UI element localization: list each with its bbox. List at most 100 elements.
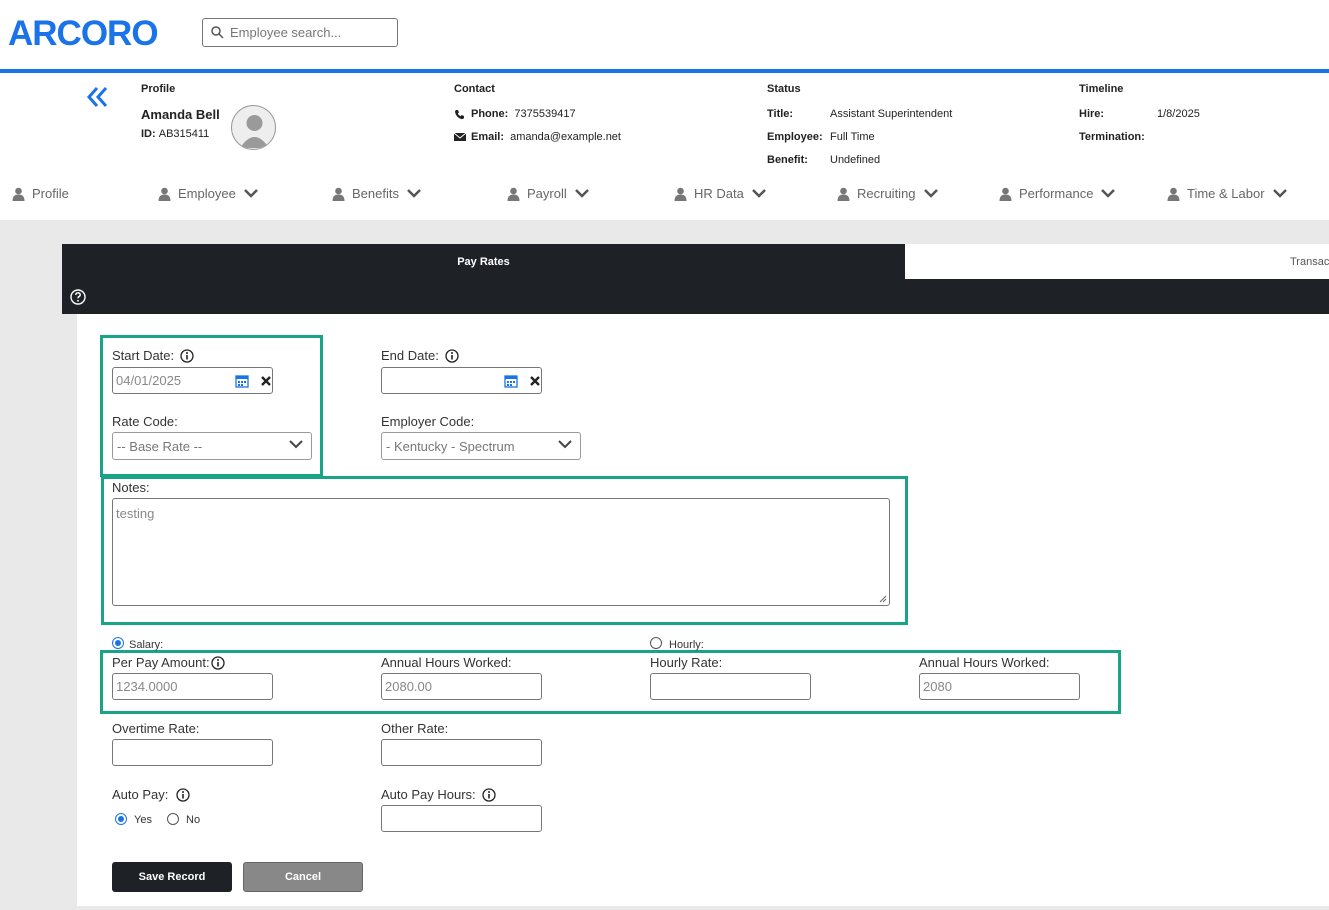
auto-pay-yes-label: Yes [134,814,152,826]
rate-code-label: Rate Code: [112,414,178,429]
employee-type-value: Full Time [830,131,875,143]
id-value: AB315411 [158,128,210,140]
status-section: Status Title: Assistant Superintendent Em… [767,83,952,176]
nav-recruiting[interactable]: Recruiting [837,186,938,201]
status-title: Status [767,83,801,95]
nav-payroll[interactable]: Payroll [507,186,589,201]
nav-label: Payroll [527,186,567,201]
hire-label: Hire: [1079,108,1105,120]
user-icon [999,187,1012,201]
nav-benefits[interactable]: Benefits [332,186,421,201]
resize-handle-icon[interactable] [879,595,887,603]
pay-rate-form: Start Date: 04/01/2025 End Date: Rate Co… [77,314,1329,906]
phone-value: 7375539417 [514,108,576,120]
hourly-rate-input[interactable] [650,673,811,700]
help-bar [62,279,1329,314]
info-icon[interactable] [445,348,459,363]
other-rate-input[interactable] [381,739,542,766]
help-icon[interactable] [70,289,86,305]
per-pay-amount-value: 1234.0000 [116,679,178,694]
overtime-rate-label: Overtime Rate: [112,721,200,736]
notes-value: testing [116,506,155,521]
start-date-input[interactable]: 04/01/2025 [112,367,273,394]
profile-section: Profile Amanda Bell ID: AB315411 [141,83,220,150]
per-pay-amount-label: Per Pay Amount: [112,655,225,670]
info-icon[interactable] [210,655,225,670]
clear-icon[interactable] [261,376,271,386]
auto-pay-hours-input[interactable] [381,805,542,832]
radio-unselected[interactable] [167,812,179,825]
cancel-button[interactable]: Cancel [243,862,363,892]
employee-nav: Profile Employee Benefits Payroll HR Dat… [0,180,1329,210]
rate-code-value: -- Base Rate -- [117,438,203,454]
nav-label: Recruiting [857,186,916,201]
radio-unselected[interactable] [650,636,662,649]
nav-employee[interactable]: Employee [158,186,258,201]
nav-label: Benefits [352,186,399,201]
auto-pay-no-radio[interactable]: No [167,811,200,826]
clear-icon[interactable] [530,376,540,386]
search-icon [211,26,224,39]
employee-name: Amanda Bell [141,107,220,122]
nav-label: Performance [1019,186,1094,201]
chevron-down-icon [243,189,258,198]
radio-selected[interactable] [115,812,127,825]
email-value: amanda@example.net [510,131,621,143]
nav-label: Profile [32,186,69,201]
email-icon [454,132,466,141]
calendar-icon[interactable] [504,374,518,388]
chevron-down-icon [1101,189,1116,198]
collapse-chevrons-icon[interactable] [86,85,110,114]
chevron-down-icon [923,189,938,198]
phone-label: Phone: [471,108,509,120]
end-date-input[interactable] [381,367,542,394]
email-label: Email: [471,131,505,143]
tab-transactions[interactable]: Transactions [905,244,1329,279]
timeline-section: Timeline Hire: 1/8/2025 Termination: [1079,83,1200,153]
annual-hours-hourly-input[interactable]: 2080 [919,673,1080,700]
label-text: Auto Pay: [112,787,169,802]
employer-code-label: Employer Code: [381,414,475,429]
chevron-down-icon [751,189,766,198]
save-record-button[interactable]: Save Record [112,862,232,892]
salary-radio[interactable]: Salary: [112,634,163,651]
hourly-radio[interactable]: Hourly: [650,634,704,651]
end-date-label: End Date: [381,348,459,363]
employer-code-select[interactable]: - Kentucky - Spectrum [381,432,581,460]
nav-performance[interactable]: Performance [999,186,1116,201]
auto-pay-yes-radio[interactable]: Yes [115,811,152,826]
avatar [231,105,276,150]
arcoro-logo[interactable]: ARCORO [8,14,159,54]
user-icon [12,187,25,201]
user-icon [674,187,687,201]
info-icon[interactable] [180,348,194,363]
notes-label: Notes: [112,480,150,495]
user-icon [507,187,520,201]
nav-hr-data[interactable]: HR Data [674,186,766,201]
info-icon[interactable] [482,787,496,802]
nav-time-labor[interactable]: Time & Labor [1167,186,1287,201]
user-icon [332,187,345,201]
contact-section: Contact Phone: 7375539417 Email: amanda@… [454,83,621,153]
tab-pay-rates[interactable]: Pay Rates [62,244,905,279]
annual-hours-input[interactable]: 2080.00 [381,673,542,700]
rate-code-select[interactable]: -- Base Rate -- [112,432,312,460]
benefit-label: Benefit: [767,154,808,166]
calendar-icon[interactable] [235,374,249,388]
radio-selected[interactable] [112,636,124,649]
employee-search-input[interactable]: Employee search... [202,18,398,47]
hourly-rate-label: Hourly Rate: [650,655,723,670]
info-icon[interactable] [176,787,191,802]
overtime-rate-input[interactable] [112,739,273,766]
nav-profile[interactable]: Profile [12,186,69,201]
per-pay-amount-input[interactable]: 1234.0000 [112,673,273,700]
label-text: End Date: [381,348,439,363]
chevron-down-icon [1272,189,1287,198]
notes-textarea[interactable]: testing [112,498,890,606]
nav-label: HR Data [694,186,744,201]
benefit-value: Undefined [830,154,881,166]
nav-label: Employee [178,186,236,201]
nav-label: Time & Labor [1187,186,1265,201]
top-bar: ARCORO Employee search... [0,0,1329,70]
start-date-value: 04/01/2025 [116,373,182,388]
